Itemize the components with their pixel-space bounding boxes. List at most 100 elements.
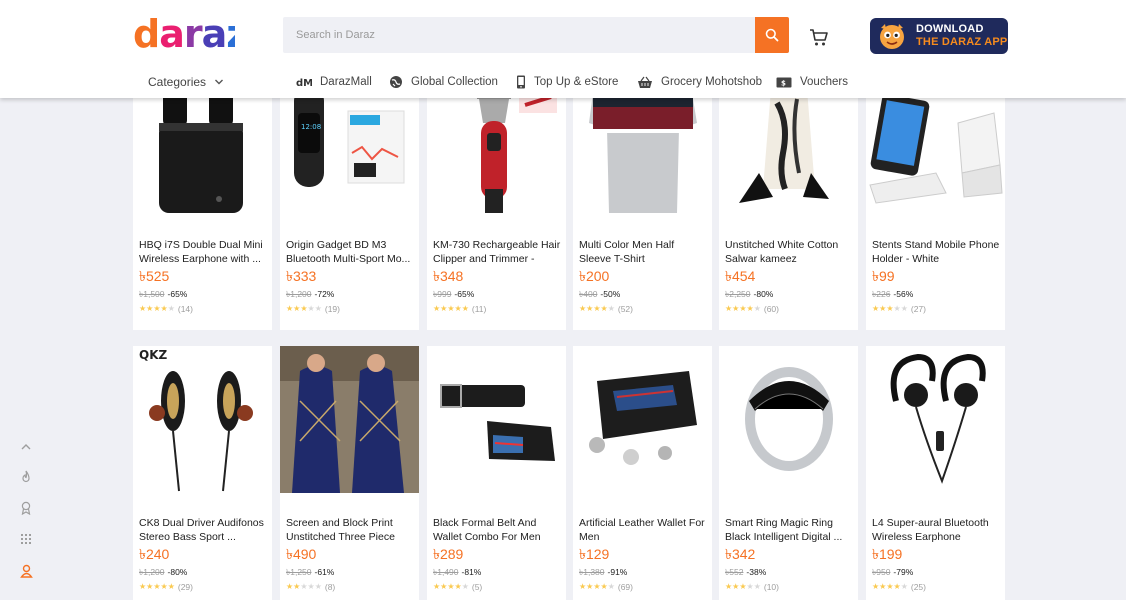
product-card[interactable]: Screen and Block Print Unstitched Three … [280,346,419,600]
product-card[interactable]: QKZ CK8 Dual Driver Audifonos Stereo Bass… [133,346,272,600]
cart-icon [810,29,828,46]
star-icon: ★ [454,582,462,591]
star-icon: ★ [746,304,754,313]
star-icon: ★ [160,582,168,591]
star-icon: ★ [300,582,308,591]
star-icon: ★ [146,582,154,591]
fire-icon [22,470,30,483]
product-card[interactable]: HBQ i7S Double Dual Mini Wireless Earpho… [133,98,272,330]
star-icon: ★ [167,304,175,313]
cart-button[interactable] [807,25,831,49]
product-image[interactable] [866,98,1005,218]
product-name[interactable]: Origin Gadget BD M3 Bluetooth Multi-Spor… [286,238,414,266]
original-price: ৳1,490 [433,567,459,577]
rating-stars: ★ ★ ★ ★ ★ [872,305,908,313]
product-name[interactable]: Black Formal Belt And Wallet Combo For M… [433,516,561,544]
star-icon: ★ [893,582,901,591]
download-app-banner[interactable]: DOWNLOAD THE DARAZ APP [870,18,1008,54]
product-name[interactable]: Artificial Leather Wallet For Men [579,516,707,544]
product-original-price: ৳1,380 -91% [579,567,627,577]
original-price: ৳1,380 [579,567,605,577]
hot-deals-button[interactable] [14,465,38,489]
search-input[interactable] [283,17,755,53]
product-name[interactable]: Screen and Block Print Unstitched Three … [286,516,414,544]
star-icon: ★ [300,304,308,313]
discount-badge: -65% [454,289,475,299]
product-image[interactable] [427,346,566,498]
main-nav: Categories dM DarazMall Global Collectio… [0,70,1126,94]
product-image[interactable] [573,346,712,498]
product-name[interactable]: L4 Super-aural Bluetooth Wireless Earpho… [872,516,1000,544]
scroll-top-button[interactable] [14,435,38,459]
star-icon: ★ [146,304,154,313]
nav-item-label: DarazMall [320,76,372,88]
product-card[interactable]: Multi Color Men Half Sleeve T-Shirt ৳200 ৳… [573,98,712,330]
product-original-price: ৳2,250 -80% [725,289,773,299]
rewards-button[interactable] [14,496,38,520]
product-card[interactable]: KM-730 Rechargeable Hair Clipper and Tri… [427,98,566,330]
product-image[interactable] [133,98,272,218]
star-icon: ★ [579,304,587,313]
product-name[interactable]: HBQ i7S Double Dual Mini Wireless Earpho… [139,238,267,266]
star-icon: ★ [314,304,322,313]
product-card[interactable]: Black Formal Belt And Wallet Combo For M… [427,346,566,600]
nav-item-label: Global Collection [411,76,498,88]
original-price: ৳400 [579,289,598,299]
search-button[interactable] [755,17,789,53]
review-count: (60) [763,304,779,314]
product-name[interactable]: CK8 Dual Driver Audifonos Stereo Bass Sp… [139,516,267,544]
nav-item-top-up[interactable]: Top Up & eStore [516,70,618,94]
product-card[interactable]: Stents Stand Mobile Phone Holder - White… [866,98,1005,330]
product-rating: ★ ★ ★ ★ ★ (14) [139,304,193,314]
nav-item-global-collection[interactable]: Global Collection [389,70,498,94]
site-header: daraz daraz DOWNLOAD [0,0,1126,98]
product-original-price: ৳226 -56% [872,289,913,299]
star-icon: ★ [307,582,315,591]
product-rating: ★ ★ ★ ★ ★ (25) [872,582,926,592]
product-image[interactable]: 12:08 [280,98,419,218]
product-name[interactable]: Unstitched White Cotton Salwar kameez [725,238,853,266]
product-name[interactable]: Multi Color Men Half Sleeve T-Shirt [579,238,707,266]
nav-item-vouchers[interactable]: $ Vouchers [776,70,848,94]
product-image[interactable] [866,346,1005,498]
star-icon: ★ [739,304,747,313]
product-card[interactable]: Unstitched White Cotton Salwar kameez ৳45… [719,98,858,330]
star-icon: ★ [167,582,175,591]
star-icon: ★ [753,304,761,313]
star-icon: ★ [732,582,740,591]
product-image[interactable] [427,98,566,218]
product-image[interactable] [280,346,419,498]
product-rating: ★ ★ ★ ★ ★ (27) [872,304,926,314]
daraz-logo[interactable]: daraz [133,14,235,54]
product-image[interactable] [719,346,858,498]
search-bar [283,17,789,53]
phone-icon [517,75,525,89]
categories-grid-button[interactable] [14,527,38,551]
original-price: ৳226 [872,289,891,299]
product-image[interactable] [573,98,712,218]
product-image[interactable]: QKZ [133,346,272,498]
star-icon: ★ [293,304,301,313]
product-card[interactable]: 12:08 Origin Gadget BD M3 Bluetooth Multi… [280,98,419,330]
product-name[interactable]: Stents Stand Mobile Phone Holder - White [872,238,1000,266]
review-count: (69) [617,582,633,592]
star-icon: ★ [286,304,294,313]
review-count: (25) [910,582,926,592]
nav-item-darazmall[interactable]: dM DarazMall [296,70,372,94]
star-icon: ★ [433,304,441,313]
voucher-icon: $ [776,77,792,87]
nav-item-grocery[interactable]: Grocery Mohotshob [637,70,762,94]
product-name[interactable]: KM-730 Rechargeable Hair Clipper and Tri… [433,238,561,266]
nav-categories[interactable]: Categories [148,70,224,94]
product-price: ৳454 [725,268,756,284]
product-image[interactable] [719,98,858,218]
product-card[interactable]: Smart Ring Magic Ring Black Intelligent … [719,346,858,600]
product-card[interactable]: Artificial Leather Wallet For Men ৳129 ৳1,… [573,346,712,600]
product-name[interactable]: Smart Ring Magic Ring Black Intelligent … [725,516,853,544]
product-original-price: ৳950 -79% [872,567,913,577]
account-button[interactable] [14,559,38,583]
star-icon: ★ [586,304,594,313]
product-grid: HBQ i7S Double Dual Mini Wireless Earpho… [0,98,1126,600]
star-icon: ★ [307,304,315,313]
product-card[interactable]: L4 Super-aural Bluetooth Wireless Earpho… [866,346,1005,600]
